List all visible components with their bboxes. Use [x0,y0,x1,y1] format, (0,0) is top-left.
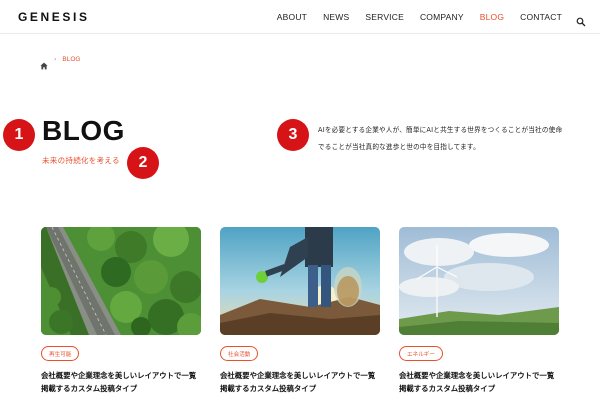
annotation-marker-3: 3 [277,119,309,151]
main-nav: ABOUT NEWS SERVICE COMPANY BLOG CONTACT [261,0,586,34]
card-tag[interactable]: 再生可能 [41,346,80,361]
card-title[interactable]: 会社概要や企業理念を美しいレイアウトで一覧 掲載するカスタム投稿タイプ [220,370,385,395]
nav-item-company[interactable]: COMPANY [420,12,464,22]
site-logo[interactable]: GENESIS [18,10,90,24]
page-description: AIを必要とする企業や人が、簡単にAIと共生する世界をつくることが当社の使命 で… [318,122,568,156]
page-title: BLOG [42,115,125,146]
card-thumbnail[interactable] [399,227,559,335]
card-title[interactable]: 会社概要や企業理念を美しいレイアウトで一覧 掲載するカスタム投稿タイプ [41,370,206,395]
card-tag[interactable]: 社会活動 [220,346,259,361]
breadcrumb: › BLOG [40,55,81,70]
site-header: GENESIS ABOUT NEWS SERVICE COMPANY BLOG … [0,0,600,34]
description-line: AIを必要とする企業や人が、簡単にAIと共生する世界をつくることが当社の使命 [318,126,563,134]
card-thumbnail[interactable] [220,227,380,335]
breadcrumb-separator: › [54,55,57,63]
description-line: でることが当社真的な進歩と世の中を目指してます。 [318,143,480,151]
annotation-marker-1: 1 [3,119,35,151]
card-title-line: 会社概要や企業理念を美しいレイアウトで一覧 [220,371,376,380]
breadcrumb-current: BLOG [62,55,81,63]
card-title-line: 掲載するカスタム投稿タイプ [220,383,317,393]
card-thumbnail[interactable] [41,227,201,335]
blog-card[interactable]: エネルギー 会社概要や企業理念を美しいレイアウトで一覧 掲載するカスタム投稿タイ… [399,227,559,393]
nav-item-news[interactable]: NEWS [323,12,349,22]
nav-item-blog[interactable]: BLOG [480,12,504,22]
card-tag[interactable]: エネルギー [399,346,443,361]
search-icon[interactable] [576,12,586,27]
nav-item-about[interactable]: ABOUT [277,12,307,22]
page-subtitle: 未来の持続化を考える [42,156,120,165]
blog-card[interactable]: 社会活動 会社概要や企業理念を美しいレイアウトで一覧 掲載するカスタム投稿タイプ [220,227,380,393]
blog-card[interactable]: 再生可能 会社概要や企業理念を美しいレイアウトで一覧 掲載するカスタム投稿タイプ [41,227,201,393]
nav-item-contact[interactable]: CONTACT [520,12,562,22]
nav-item-service[interactable]: SERVICE [365,12,404,22]
card-title-line: 掲載するカスタム投稿タイプ [399,383,496,393]
card-title-line: 会社概要や企業理念を美しいレイアウトで一覧 [399,371,555,380]
card-title-line: 会社概要や企業理念を美しいレイアウトで一覧 [41,371,197,380]
card-title-line: 掲載するカスタム投稿タイプ [41,383,138,393]
home-icon[interactable] [40,55,48,70]
card-title[interactable]: 会社概要や企業理念を美しいレイアウトで一覧 掲載するカスタム投稿タイプ [399,370,564,395]
annotation-marker-2: 2 [127,147,159,179]
